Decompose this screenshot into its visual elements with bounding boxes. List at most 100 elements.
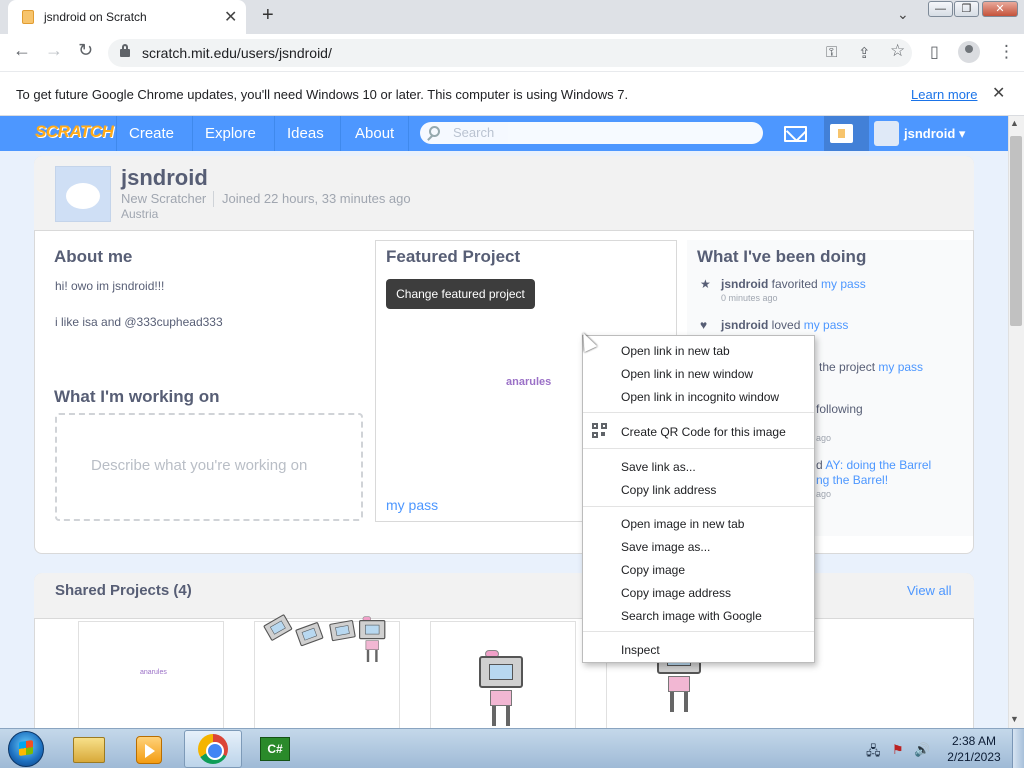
password-key-icon[interactable]: ⚿ xyxy=(826,44,837,61)
activity-link[interactable]: my pass xyxy=(804,318,849,332)
learn-more-link[interactable]: Learn more xyxy=(911,87,977,102)
reload-icon[interactable]: ↻ xyxy=(78,40,93,61)
menu-create-qr-code[interactable]: Create QR Code for this image xyxy=(621,425,786,439)
scrollbar-thumb[interactable] xyxy=(1010,136,1022,326)
activity-item: the project my pass xyxy=(819,360,923,374)
menu-open-image-new-tab[interactable]: Open image in new tab xyxy=(621,517,744,531)
infobar-close-icon[interactable]: ✕ xyxy=(992,83,1005,103)
menu-open-link-new-window[interactable]: Open link in new window xyxy=(621,367,753,381)
csharp-app-icon[interactable]: C# xyxy=(260,737,290,761)
bio-line[interactable]: hi! owo im jsndroid!!! xyxy=(55,279,164,293)
messages-mail-icon[interactable] xyxy=(784,126,807,142)
activity-link[interactable]: ng the Barrel! xyxy=(816,473,888,487)
nav-username-dropdown[interactable]: jsndroid ▾ xyxy=(904,126,965,142)
activity-time: ago xyxy=(816,433,832,443)
activity-verb: favorited xyxy=(768,277,822,291)
taskbar-clock[interactable]: 2:38 AM 2/21/2023 xyxy=(938,733,1010,765)
view-all-link[interactable]: View all xyxy=(907,583,952,598)
nav-ideas[interactable]: Ideas xyxy=(275,116,336,151)
menu-open-link-new-tab[interactable]: Open link in new tab xyxy=(621,344,730,358)
menu-separator xyxy=(583,506,814,507)
project-thumbnail[interactable] xyxy=(430,621,576,728)
profile-status: New Scratcher xyxy=(121,191,207,206)
nav-create[interactable]: Create xyxy=(117,116,186,151)
activity-item: jsndroid loved my pass xyxy=(721,318,848,332)
featured-thumbnail[interactable]: anarules xyxy=(506,376,551,388)
menu-copy-link-address[interactable]: Copy link address xyxy=(621,483,716,497)
scroll-up-arrow-icon[interactable]: ▲ xyxy=(1010,118,1019,128)
page-content: SCRATCH Create Explore Ideas About Searc… xyxy=(0,116,1008,728)
windows-logo-icon xyxy=(19,740,33,756)
chrome-icon xyxy=(198,734,228,764)
scroll-down-arrow-icon[interactable]: ▼ xyxy=(1010,714,1019,724)
activity-user[interactable]: jsndroid xyxy=(721,318,768,332)
action-center-flag-icon[interactable]: ⚑ xyxy=(892,742,904,758)
nav-user-avatar[interactable] xyxy=(874,121,899,146)
profile-country: Austria xyxy=(121,207,159,221)
menu-save-link-as[interactable]: Save link as... xyxy=(621,460,696,474)
share-icon[interactable]: ⇪ xyxy=(858,44,871,62)
menu-open-link-incognito[interactable]: Open link in incognito window xyxy=(621,390,779,404)
activity-link[interactable]: my pass xyxy=(821,277,866,291)
activity-item: d AY: doing the Barrel xyxy=(816,458,931,472)
show-desktop-button[interactable] xyxy=(1012,729,1024,768)
menu-save-image-as[interactable]: Save image as... xyxy=(621,540,710,554)
network-icon[interactable]: 🖧 xyxy=(866,742,881,764)
browser-tab[interactable]: jsndroid on Scratch ✕ xyxy=(8,0,246,34)
menu-dots-icon[interactable]: ⋮ xyxy=(998,42,1015,62)
forward-icon[interactable]: → xyxy=(45,40,63,61)
activity-item: following xyxy=(816,402,863,416)
search-placeholder: Search xyxy=(453,125,495,140)
nav-divider xyxy=(408,116,409,151)
close-window-button[interactable]: ✕ xyxy=(982,1,1018,17)
url-text[interactable]: scratch.mit.edu/users/jsndroid/ xyxy=(142,45,332,61)
tab-search-icon[interactable]: ⌄ xyxy=(897,6,909,23)
back-icon[interactable]: ← xyxy=(13,40,31,61)
activity-text: the project xyxy=(819,360,879,374)
project-thumbnail[interactable] xyxy=(254,613,400,728)
bookmark-star-icon[interactable]: ☆ xyxy=(890,41,905,61)
activity-verb: loved xyxy=(768,318,804,332)
menu-inspect[interactable]: Inspect xyxy=(621,643,660,657)
featured-project-link[interactable]: my pass xyxy=(386,497,438,513)
bio-line[interactable]: i like isa and @333cuphead333 xyxy=(55,315,223,329)
my-stuff-folder-icon xyxy=(830,124,853,143)
menu-search-image-google[interactable]: Search image with Google xyxy=(621,609,762,623)
volume-icon[interactable]: 🔊 xyxy=(914,742,930,758)
lock-icon[interactable] xyxy=(120,44,130,57)
profile-avatar[interactable] xyxy=(55,166,111,222)
search-icon xyxy=(429,126,440,137)
media-player-icon[interactable] xyxy=(136,736,162,764)
about-me-heading: About me xyxy=(54,247,133,266)
profile-joined: Joined 22 hours, 33 minutes ago xyxy=(222,191,411,206)
menu-copy-image[interactable]: Copy image xyxy=(621,563,685,577)
activity-link[interactable]: AY: doing the Barrel xyxy=(825,458,931,472)
working-on-heading: What I'm working on xyxy=(54,387,220,406)
profile-username: jsndroid xyxy=(121,165,208,190)
menu-copy-image-address[interactable]: Copy image address xyxy=(621,586,731,600)
side-panel-icon[interactable]: ▯ xyxy=(930,42,939,62)
tab-close-icon[interactable]: ✕ xyxy=(224,7,237,27)
new-tab-button[interactable]: + xyxy=(262,4,274,27)
clock-date: 2/21/2023 xyxy=(947,750,1001,764)
clock-time: 2:38 AM xyxy=(951,734,997,748)
context-menu: Open link in new tab Open link in new wi… xyxy=(582,335,815,663)
activity-heading: What I've been doing xyxy=(697,247,867,266)
profile-avatar-icon[interactable] xyxy=(958,41,980,63)
scratch-search-input[interactable]: Search xyxy=(420,122,763,144)
qr-code-icon xyxy=(592,423,608,439)
activity-time: ago xyxy=(816,489,832,499)
nav-about[interactable]: About xyxy=(343,116,406,151)
menu-separator xyxy=(583,631,814,632)
shared-projects-heading: Shared Projects (4) xyxy=(55,582,192,599)
minimize-button[interactable]: — xyxy=(928,1,953,17)
change-featured-project-button[interactable]: Change featured project xyxy=(386,279,535,309)
menu-separator xyxy=(583,448,814,449)
activity-time: 0 minutes ago xyxy=(721,293,778,303)
restore-button[interactable]: ❐ xyxy=(954,1,979,17)
file-explorer-icon[interactable] xyxy=(73,737,105,763)
nav-explore[interactable]: Explore xyxy=(193,116,268,151)
scratch-logo[interactable]: SCRATCH xyxy=(35,122,114,142)
activity-link[interactable]: my pass xyxy=(878,360,923,374)
activity-user[interactable]: jsndroid xyxy=(721,277,768,291)
